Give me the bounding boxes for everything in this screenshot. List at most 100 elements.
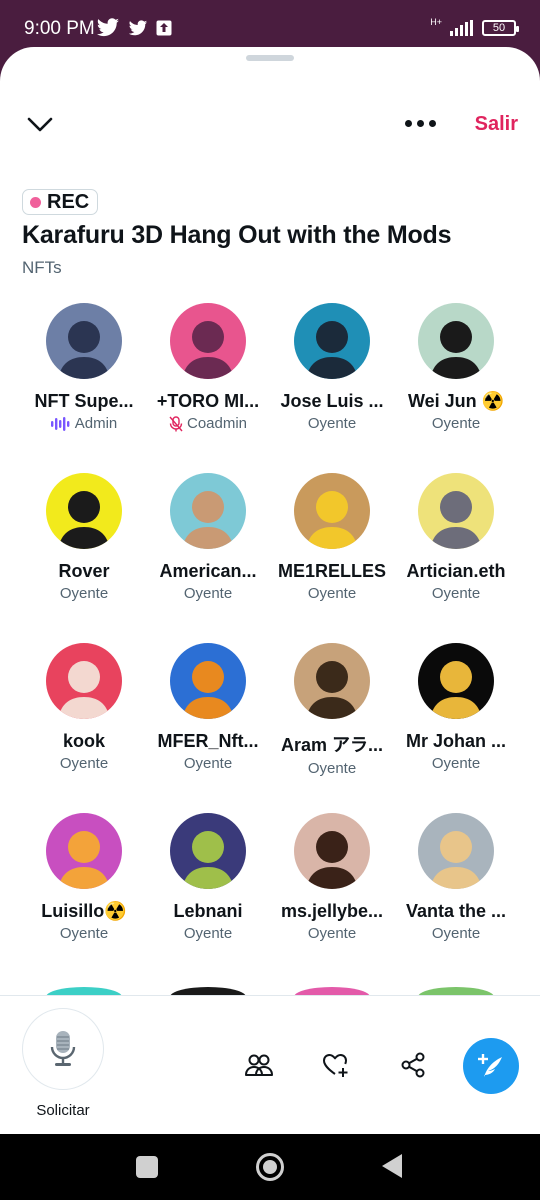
participant[interactable]: Lebnani Oyente [146,813,270,983]
participant-role: Oyente [432,755,480,772]
participant[interactable]: Luisillo☢️ Oyente [22,813,146,983]
space-sheet: Salir REC Karafuru 3D Hang Out with the … [0,47,540,1134]
participant-role: Oyente [308,925,356,942]
drag-handle[interactable] [246,55,294,61]
battery-level: 50 [492,22,506,34]
participant-role: Oyente [184,585,232,602]
participant-name: NFT Supe... [34,391,134,411]
space-topic[interactable]: NFTs [22,258,62,278]
participant-name: ME1RELLES [277,561,387,581]
participant-role: Oyente [60,925,108,942]
participant[interactable]: Wei Jun ☢️ Oyente [394,303,518,473]
participant-role-label: Oyente [183,755,233,772]
avatar-head [192,661,224,693]
avatar-head [192,491,224,523]
participant-role-label: Oyente [431,585,481,602]
speaking-icon [50,416,70,431]
avatar-head [68,661,100,693]
participant-name: Rover [58,561,110,581]
home-button[interactable] [256,1153,284,1181]
participant-name: Luisillo☢️ [41,901,127,921]
recents-button[interactable] [136,1156,158,1178]
participant[interactable]: NFT Supe... Admin [22,303,146,473]
participant-role-label: Oyente [59,925,109,942]
avatar-head [440,831,472,863]
participant-name: Mr Johan ... [405,731,506,751]
participant-role-label: Oyente [307,760,357,777]
more-options-button[interactable] [400,112,440,134]
participant[interactable]: ms.jellybe... Oyente [270,813,394,983]
chevron-down-icon [27,117,53,132]
participant-role-label: Oyente [59,755,109,772]
more-dot [428,119,436,127]
participant[interactable]: kook Oyente [22,643,146,813]
participant-avatar [294,643,370,719]
participant-role-label: Oyente [307,585,357,602]
back-button[interactable] [382,1154,402,1178]
participants-row: Luisillo☢️ Oyente Lebnani Oyente ms.jellybe.… [22,813,518,983]
participant[interactable]: +TORO MI... Coadmin [146,303,270,473]
participant-role: Admin [50,415,118,432]
participant[interactable]: American... Oyente [146,473,270,643]
participant-avatar [418,643,494,719]
collapse-button[interactable] [24,109,56,141]
participant-role: Oyente [432,925,480,942]
more-dot [416,119,424,127]
leave-button[interactable]: Salir [475,113,518,136]
reaction-button[interactable] [321,1050,351,1080]
avatar-head [68,321,100,353]
participant-role: Oyente [184,755,232,772]
participant[interactable]: Rover Oyente [22,473,146,643]
participants-row: Rover Oyente American... Oyente ME1RELLES Oye… [22,473,518,643]
participant-name: Wei Jun ☢️ [407,391,505,411]
participants-row: NFT Supe... Admin +TORO MI... Coadmin Jose L… [22,303,518,473]
space-title: Karafuru 3D Hang Out with the Mods [22,221,452,249]
compose-tweet-button[interactable] [463,1038,519,1094]
participant-name: Artician.eth [406,561,506,581]
participant-name: Lebnani [173,901,243,921]
upload-icon [156,20,172,36]
participant-role: Oyente [60,585,108,602]
avatar-head [316,831,348,863]
participant-name: ms.jellybe... [280,901,384,921]
people-icon [245,1054,273,1076]
avatar-head [316,491,348,523]
bottom-bar: Solicitar [0,995,540,1134]
participant[interactable]: ME1RELLES Oyente [270,473,394,643]
participant[interactable]: Vanta the ... Oyente [394,813,518,983]
mic-muted-icon [169,415,183,431]
participant-name: American... [159,561,257,581]
participant-avatar [170,303,246,379]
participant-role-label: Oyente [183,925,233,942]
heart-plus-icon [323,1054,348,1077]
participants-row: kook Oyente MFER_Nft... Oyente Aram アラ... Oye… [22,643,518,813]
participant-role-label: Oyente [307,415,357,432]
participant[interactable]: Mr Johan ... Oyente [394,643,518,813]
participant-role: Coadmin [169,415,247,432]
avatar-head [440,661,472,693]
participant-role-label: Oyente [431,755,481,772]
participant[interactable]: Aram アラ... Oyente [270,643,394,813]
participant-role-label: Oyente [431,925,481,942]
participant[interactable]: MFER_Nft... Oyente [146,643,270,813]
participant-avatar [418,473,494,549]
participant-avatar [46,473,122,549]
participant-avatar [294,473,370,549]
share-icon [401,1052,425,1078]
participant[interactable]: Artician.eth Oyente [394,473,518,643]
participants-grid: NFT Supe... Admin +TORO MI... Coadmin Jose L… [22,303,518,983]
participant[interactable]: Jose Luis ... Oyente [270,303,394,473]
share-button[interactable] [398,1050,428,1080]
avatar-head [316,661,348,693]
network-type: H+ [430,17,442,27]
avatar-head [192,831,224,863]
request-mic-button[interactable] [22,1008,104,1090]
participant-avatar [294,813,370,889]
request-mic-label: Solicitar [36,1102,90,1119]
participant-role: Oyente [60,755,108,772]
participant-role: Oyente [432,585,480,602]
participant-role-label: Admin [74,415,118,432]
people-button[interactable] [244,1050,274,1080]
participant-role: Oyente [308,760,356,777]
more-dot [404,119,412,127]
